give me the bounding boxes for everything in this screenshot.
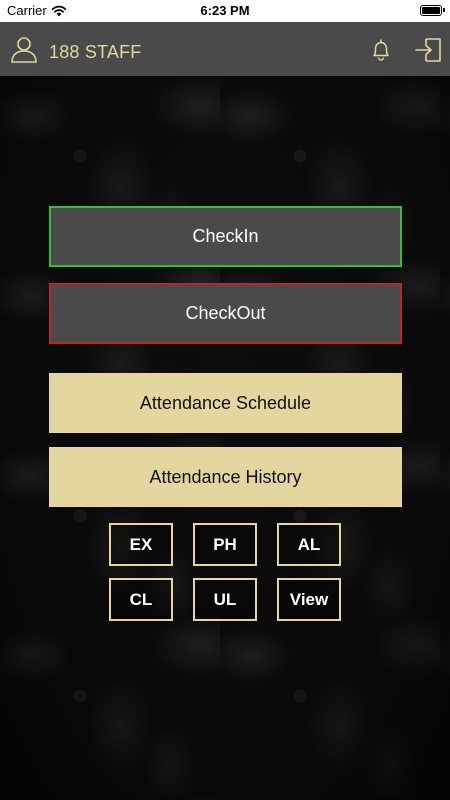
- user-icon[interactable]: [10, 35, 38, 63]
- checkin-button[interactable]: CheckIn: [49, 206, 402, 267]
- app-header: 188 STAFF: [0, 22, 450, 76]
- attendance-history-button[interactable]: Attendance History: [49, 447, 402, 507]
- ul-button[interactable]: UL: [193, 578, 257, 621]
- ex-button[interactable]: EX: [109, 523, 173, 566]
- logout-icon[interactable]: [414, 37, 442, 63]
- status-time: 6:23 PM: [200, 3, 250, 18]
- ph-button[interactable]: PH: [193, 523, 257, 566]
- attendance-schedule-button[interactable]: Attendance Schedule: [49, 373, 402, 433]
- background-pattern: [0, 76, 450, 800]
- al-button[interactable]: AL: [277, 523, 341, 566]
- view-button[interactable]: View: [277, 578, 341, 621]
- bell-icon[interactable]: [369, 38, 393, 62]
- checkout-button[interactable]: CheckOut: [49, 283, 402, 344]
- cl-button[interactable]: CL: [109, 578, 173, 621]
- header-title: 188 STAFF: [49, 42, 142, 62]
- battery-icon: [420, 5, 445, 16]
- status-bar: Carrier 6:23 PM: [0, 0, 450, 22]
